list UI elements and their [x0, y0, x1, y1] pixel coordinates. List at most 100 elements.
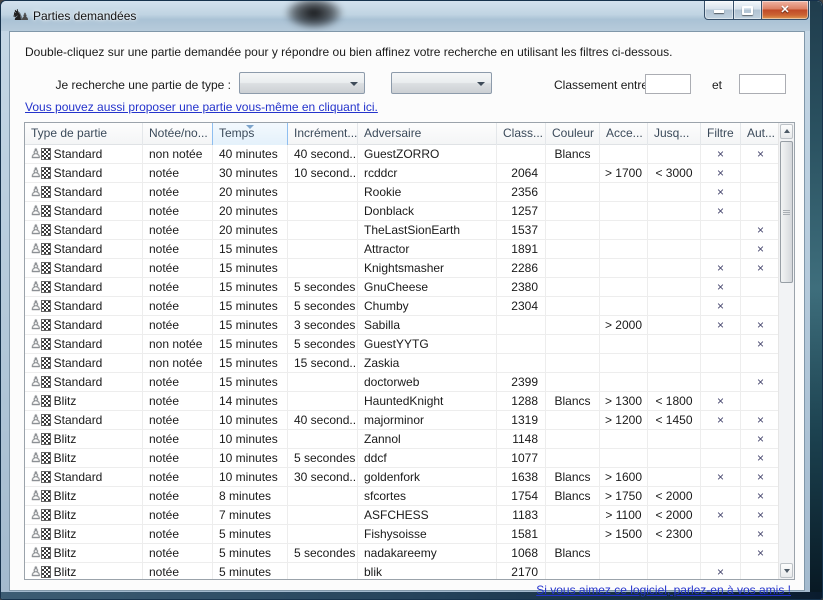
column-header-7[interactable]: Couleur	[546, 123, 600, 145]
chevron-down-icon	[477, 82, 485, 86]
table-row[interactable]: ♙Standardnon notée15 minutes5 secondesGu…	[25, 335, 780, 354]
cell	[741, 183, 780, 201]
cell	[648, 297, 701, 315]
column-header-3[interactable]: Temps	[213, 123, 288, 145]
table-row[interactable]: ♙Blitznotée10 minutes5 secondesddcf1077×	[25, 449, 780, 468]
cell	[546, 183, 600, 201]
cell: 1183	[497, 506, 546, 524]
game-type-select[interactable]	[239, 72, 365, 94]
cell: 5 minutes	[213, 525, 288, 543]
cell: ♙Blitz	[25, 506, 143, 524]
cell: Zaskia	[358, 354, 497, 372]
cell: 1068	[497, 544, 546, 562]
column-header-8[interactable]: Acce...	[600, 123, 648, 145]
table-row[interactable]: ♙Blitznotée8 minutessfcortes1754Blancs> …	[25, 487, 780, 506]
table-row[interactable]: ♙Standardnotée15 minutes5 secondesChumby…	[25, 297, 780, 316]
column-header-11[interactable]: Aut...	[741, 123, 780, 145]
table-row[interactable]: ♙Blitznotée5 minutes5 secondesnadakareem…	[25, 544, 780, 563]
rating-max-input[interactable]	[739, 74, 786, 94]
cell: ×	[741, 449, 780, 467]
rating-min-input[interactable]	[645, 74, 691, 94]
cell: ♙Standard	[25, 335, 143, 353]
column-header-4[interactable]: Incrément...	[288, 123, 358, 145]
table-row[interactable]: ♙Standardnotée15 minutesdoctorweb2399×	[25, 373, 780, 392]
cell: ×	[701, 392, 741, 410]
table-row[interactable]: ♙Standardnotée20 minutesTheLastSionEarth…	[25, 221, 780, 240]
share-link[interactable]: Si vous aimez ce logiciel, parlez-en à v…	[536, 583, 791, 597]
column-header-6[interactable]: Class...	[497, 123, 546, 145]
column-header-9[interactable]: Jusq...	[648, 123, 701, 145]
table-row[interactable]: ♙Standardnotée15 minutes5 secondesGnuChe…	[25, 278, 780, 297]
minimize-button[interactable]	[704, 1, 734, 20]
column-header-2[interactable]: Notée/no...	[143, 123, 213, 145]
propose-game-link[interactable]: Vous pouvez aussi proposer une partie vo…	[25, 100, 378, 114]
table-row[interactable]: ♙Standardnon notée15 minutes15 second...…	[25, 354, 780, 373]
close-button[interactable]: ✕	[762, 1, 809, 20]
column-header-5[interactable]: Adversaire	[358, 123, 497, 145]
chess-pawn-seek-icon: ♙	[30, 565, 51, 579]
cell: > 1500	[600, 525, 648, 543]
table-row[interactable]: ♙Standardnotée20 minutesDonblack1257×	[25, 202, 780, 221]
table-row[interactable]: ♙Standardnotée15 minutesKnightsmasher228…	[25, 259, 780, 278]
table-body: ♙Standardnon notée40 minutes40 second...…	[25, 145, 780, 580]
table-row[interactable]: ♙Blitznotée5 minutesblik2170×	[25, 563, 780, 580]
cell: 5 secondes	[288, 297, 358, 315]
cell: ×	[741, 506, 780, 524]
cell: Sabilla	[358, 316, 497, 334]
table-row[interactable]: ♙Standardnotée10 minutes40 second...majo…	[25, 411, 780, 430]
chess-pawn-seek-icon: ♙	[30, 527, 51, 541]
cell	[741, 164, 780, 182]
cell: ♙Blitz	[25, 487, 143, 505]
secondary-type-select[interactable]	[391, 72, 492, 94]
table-row[interactable]: ♙Blitznotée5 minutesFishysoisse1581> 150…	[25, 525, 780, 544]
cell: 8 minutes	[213, 487, 288, 505]
titlebar[interactable]: ♞♟ Parties demandées ✕	[1, 1, 822, 31]
scroll-up-button[interactable]	[780, 124, 793, 139]
chess-pawn-seek-icon: ♙	[30, 337, 51, 351]
cell: 5 secondes	[288, 449, 358, 467]
cell: notée	[143, 373, 213, 391]
cell: ddcf	[358, 449, 497, 467]
scroll-down-button[interactable]	[780, 563, 793, 578]
cell	[648, 259, 701, 277]
chess-pawn-seek-icon: ♙	[30, 166, 51, 180]
table-row[interactable]: ♙Standardnotée30 minutes10 second...rcdd…	[25, 164, 780, 183]
cell: ♙Standard	[25, 373, 143, 391]
cell: 2304	[497, 297, 546, 315]
cell	[497, 316, 546, 334]
table-row[interactable]: ♙Standardnon notée40 minutes40 second...…	[25, 145, 780, 164]
table-row[interactable]: ♙Standardnotée15 minutes3 secondesSabill…	[25, 316, 780, 335]
cell: ×	[741, 544, 780, 562]
cell: Blancs	[546, 392, 600, 410]
vertical-scrollbar[interactable]	[778, 123, 794, 579]
cell	[288, 221, 358, 239]
table-row[interactable]: ♙Standardnotée10 minutes30 second...gold…	[25, 468, 780, 487]
cell: 5 minutes	[213, 544, 288, 562]
cell	[648, 316, 701, 334]
table-row[interactable]: ♙Blitznotée7 minutesASFCHESS1183> 1100< …	[25, 506, 780, 525]
table-row[interactable]: ♙Standardnotée20 minutesRookie2356×	[25, 183, 780, 202]
table-row[interactable]: ♙Blitznotée10 minutesZannol1148×	[25, 430, 780, 449]
column-header-1[interactable]: Type de partie	[25, 123, 143, 145]
cell: 1257	[497, 202, 546, 220]
maximize-button[interactable]	[734, 1, 762, 20]
cell: > 1700	[600, 164, 648, 182]
chess-pawn-seek-icon: ♙	[30, 508, 51, 522]
cell: 10 minutes	[213, 449, 288, 467]
chess-pawn-seek-icon: ♙	[30, 394, 51, 408]
cell: notée	[143, 525, 213, 543]
cell	[701, 221, 741, 239]
table-row[interactable]: ♙Blitznotée14 minutesHauntedKnight1288Bl…	[25, 392, 780, 411]
cell: ♙Blitz	[25, 563, 143, 580]
scrollbar-thumb[interactable]	[780, 141, 793, 283]
table-row[interactable]: ♙Standardnotée15 minutesAttractor1891×	[25, 240, 780, 259]
cell	[497, 354, 546, 372]
cell: rcddcr	[358, 164, 497, 182]
cell	[701, 525, 741, 543]
cell: ×	[741, 335, 780, 353]
cell	[546, 221, 600, 239]
cell	[600, 335, 648, 353]
cell	[600, 221, 648, 239]
column-header-10[interactable]: Filtre	[701, 123, 741, 145]
cell	[600, 297, 648, 315]
